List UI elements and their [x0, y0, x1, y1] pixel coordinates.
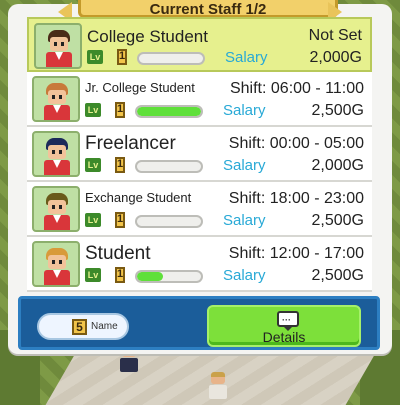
salary-label: Salary — [223, 102, 266, 119]
experience-bar — [137, 52, 205, 65]
level-icon: Lv — [85, 103, 101, 117]
salary-value: 2,000G — [311, 157, 364, 174]
staff-avatar — [34, 23, 82, 69]
staff-list: College Student Not Set Lv 1 Salary 2,00… — [27, 17, 372, 292]
level-number: 1 — [115, 212, 125, 228]
avatar-face — [48, 145, 66, 159]
staff-avatar — [32, 76, 80, 122]
staff-row[interactable]: Freelancer Shift: 00:00 - 05:00 Lv 1 Sal… — [27, 127, 372, 182]
panel-title: Current Staff 1/2 — [78, 0, 338, 18]
avatar-face — [48, 255, 66, 269]
salary-value: 2,500G — [311, 102, 364, 119]
salary-value: 2,500G — [311, 212, 364, 229]
salary-label: Salary — [225, 49, 268, 66]
avatar-eye — [59, 150, 62, 154]
panel-footer: 5 Name ··· Details — [18, 296, 380, 350]
avatar-face — [50, 37, 68, 51]
staff-name: Exchange Student — [85, 190, 192, 205]
experience-bar — [135, 270, 203, 283]
salary-label: Salary — [223, 157, 266, 174]
level-number: 1 — [115, 157, 125, 173]
staff-name: Student — [85, 243, 151, 264]
avatar-eye — [52, 150, 55, 154]
experience-bar — [135, 160, 203, 173]
experience-bar — [135, 215, 203, 228]
staff-shift: Shift: 06:00 - 11:00 — [229, 80, 364, 97]
background-character-hat — [207, 372, 229, 402]
avatar-eye — [61, 42, 64, 46]
experience-fill — [137, 272, 163, 281]
chat-bubble-icon: ··· — [277, 311, 299, 331]
staff-row[interactable]: College Student Not Set Lv 1 Salary 2,00… — [27, 17, 372, 72]
level-icon: Lv — [85, 268, 101, 282]
staff-shift: Shift: 18:00 - 23:00 — [228, 190, 364, 207]
experience-bar — [135, 105, 203, 118]
staff-shift: Shift: 12:00 - 17:00 — [228, 245, 364, 262]
staff-name: Freelancer — [85, 133, 176, 154]
avatar-face — [48, 90, 66, 104]
sort-button[interactable]: 5 Name — [37, 313, 129, 340]
staff-avatar — [32, 186, 80, 232]
avatar-eye — [59, 260, 62, 264]
avatar-eye — [59, 205, 62, 209]
staff-name: College Student — [87, 27, 208, 46]
salary-label: Salary — [223, 212, 266, 229]
details-label: Details — [262, 329, 306, 345]
salary-value: 2,500G — [311, 267, 364, 284]
level-number: 1 — [115, 102, 125, 118]
level-icon: Lv — [85, 158, 101, 172]
staff-avatar — [32, 131, 80, 177]
salary-value: 2,000G — [309, 49, 362, 66]
salary-label: Salary — [223, 267, 266, 284]
staff-row[interactable]: Jr. College Student Shift: 06:00 - 11:00… — [27, 72, 372, 127]
experience-fill — [137, 107, 201, 116]
sort-label: Name — [91, 321, 118, 332]
staff-shift: Not Set — [308, 27, 362, 44]
avatar-eye — [52, 95, 55, 99]
level-icon: Lv — [87, 50, 103, 64]
staff-row[interactable]: Exchange Student Shift: 18:00 - 23:00 Lv… — [27, 182, 372, 237]
sort-badge: 5 — [72, 319, 87, 335]
staff-row[interactable]: Student Shift: 12:00 - 17:00 Lv 1 Salary… — [27, 237, 372, 292]
avatar-face — [48, 200, 66, 214]
avatar-eye — [59, 95, 62, 99]
avatar-eye — [52, 205, 55, 209]
details-button[interactable]: ··· Details — [207, 305, 361, 347]
avatar-eye — [54, 42, 57, 46]
staff-name: Jr. College Student — [85, 80, 195, 95]
level-number: 1 — [117, 49, 127, 65]
staff-shift: Shift: 00:00 - 05:00 — [228, 135, 364, 152]
avatar-eye — [52, 260, 55, 264]
level-number: 1 — [115, 267, 125, 283]
level-icon: Lv — [85, 213, 101, 227]
staff-avatar — [32, 241, 80, 287]
